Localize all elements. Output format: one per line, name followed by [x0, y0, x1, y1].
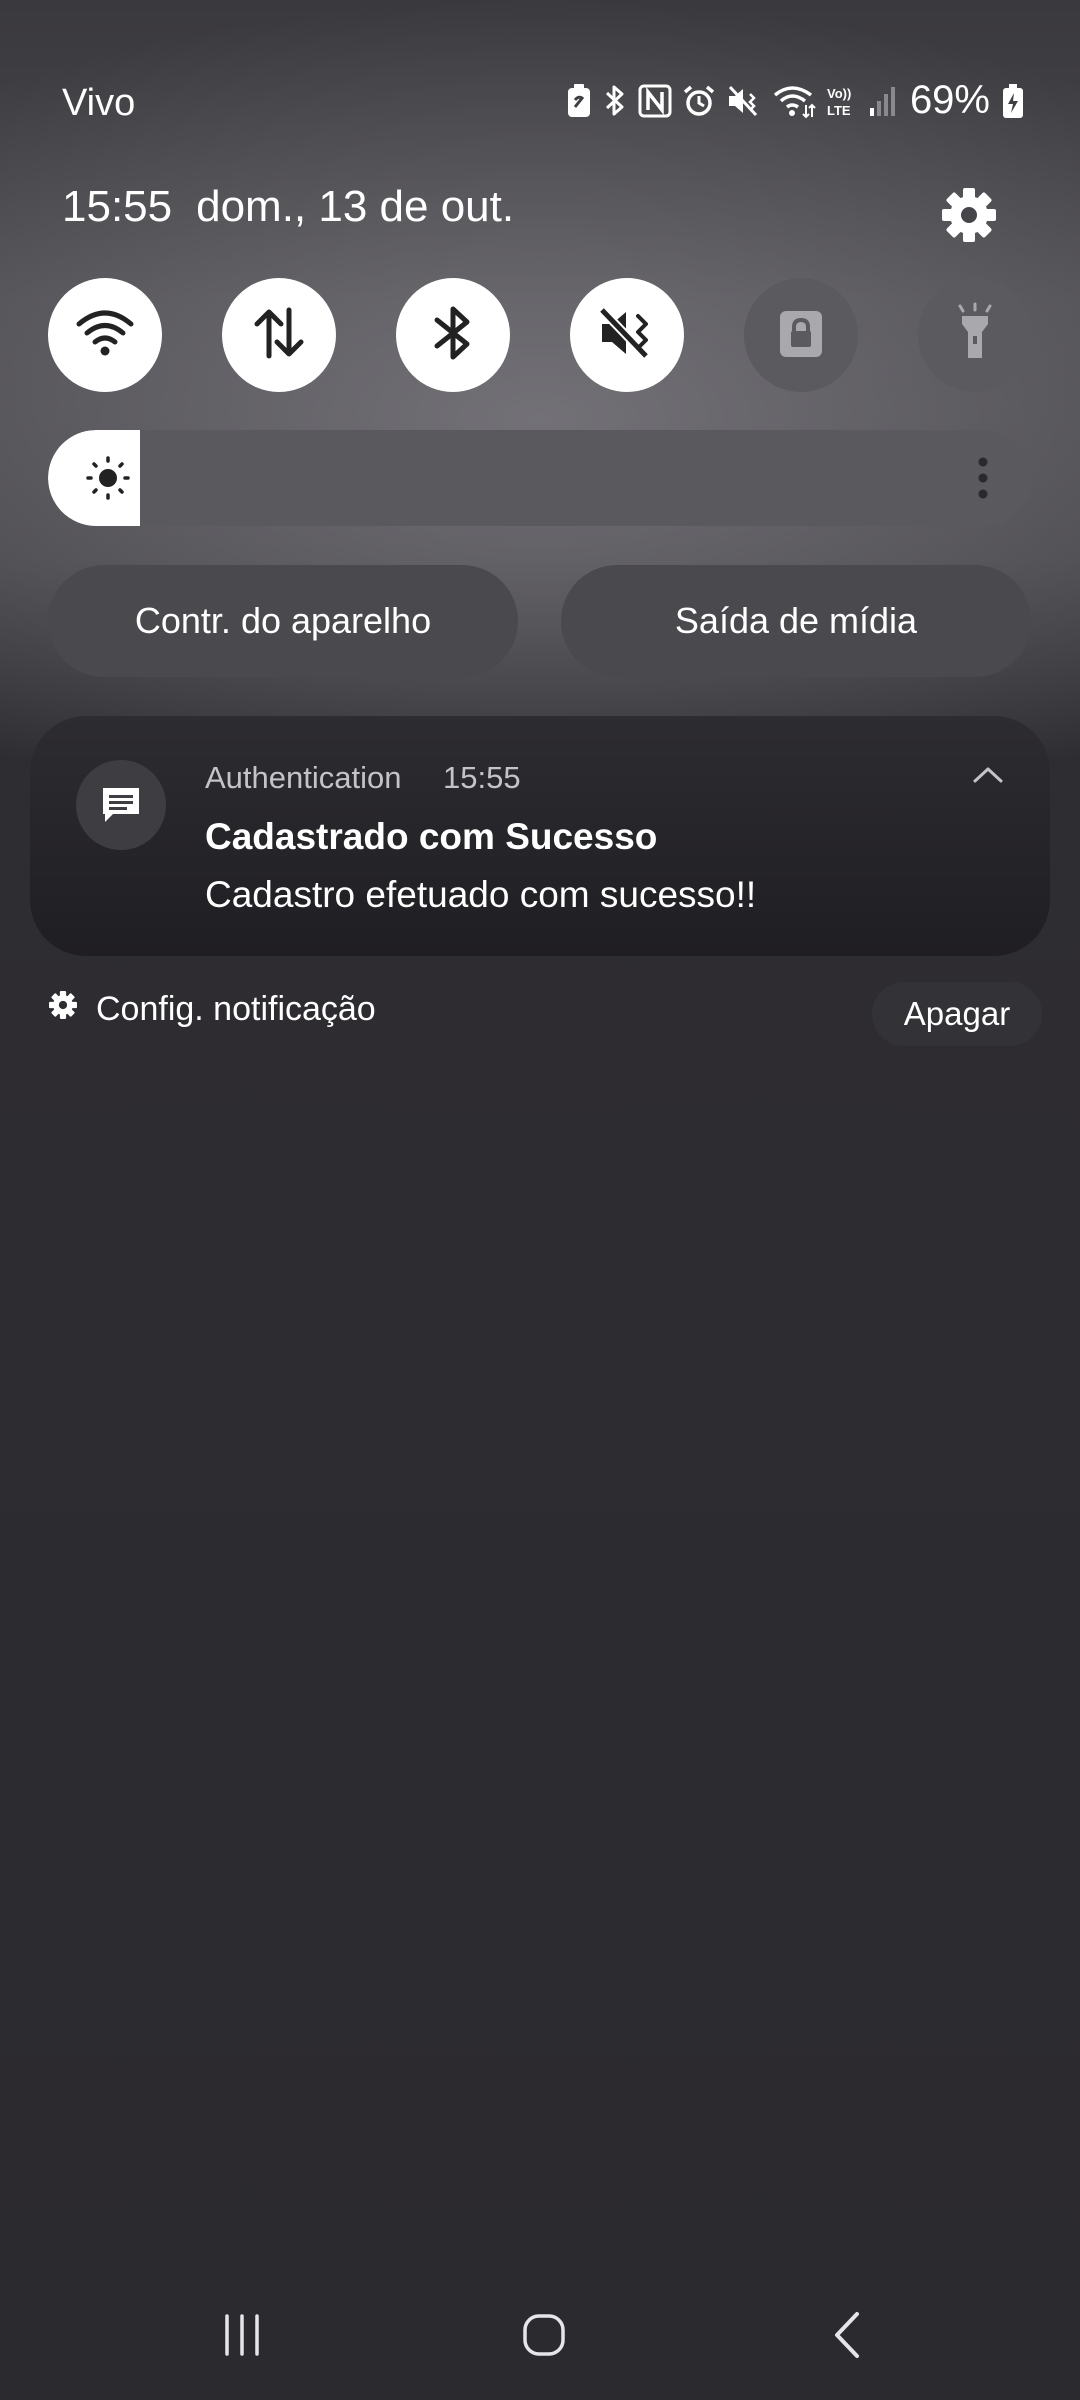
mute-icon — [596, 304, 658, 367]
bluetooth-icon — [431, 303, 475, 368]
back-icon[interactable] — [802, 2290, 892, 2380]
volte-icon: Vo)) LTE — [826, 84, 858, 118]
notification-settings-label: Config. notificação — [96, 990, 376, 1028]
lock-icon — [776, 305, 826, 366]
svg-text:LTE: LTE — [827, 103, 851, 118]
battery-saver-icon — [566, 83, 592, 119]
device-control-button[interactable]: Contr. do aparelho — [48, 565, 518, 677]
toggle-bluetooth[interactable] — [396, 278, 510, 392]
home-icon[interactable] — [499, 2290, 589, 2380]
gear-icon — [48, 990, 78, 1029]
battery-percent: 69% — [909, 78, 990, 122]
status-bar: Vivo Vo)) LTE 69% — [0, 70, 1080, 140]
bluetooth-icon — [602, 83, 628, 119]
date-time-row: 15:55 dom., 13 de out. — [62, 182, 514, 232]
chevron-up-icon[interactable] — [972, 764, 1004, 789]
recents-icon[interactable] — [197, 2290, 287, 2380]
message-icon — [76, 760, 166, 850]
battery-charging-icon — [1002, 83, 1024, 119]
mute-icon — [726, 84, 762, 118]
notification-card[interactable]: Authentication 15:55 Cadastrado com Suce… — [30, 716, 1050, 956]
sun-icon — [78, 448, 138, 513]
signal-icon — [868, 84, 896, 118]
brightness-slider[interactable] — [48, 430, 1032, 526]
notification-shade: Vivo Vo)) LTE 69% 15:55 dom., 13 de out.… — [0, 0, 1080, 2400]
quick-toggles — [48, 278, 1032, 392]
navigation-bar — [0, 2290, 1080, 2380]
mobile-data-icon — [249, 306, 309, 365]
notification-time: 15:55 — [443, 760, 521, 795]
notification-settings-link[interactable]: Config. notificação — [48, 990, 376, 1029]
toggle-mobile-data[interactable] — [222, 278, 336, 392]
notification-body: Cadastro efetuado com sucesso!! — [205, 874, 757, 915]
toggle-wifi[interactable] — [48, 278, 162, 392]
media-output-button[interactable]: Saída de mídia — [561, 565, 1031, 677]
nfc-icon — [638, 84, 672, 118]
toggle-sound[interactable] — [570, 278, 684, 392]
toggle-rotation-lock[interactable] — [744, 278, 858, 392]
svg-text:Vo)): Vo)) — [827, 86, 851, 101]
clock: 15:55 — [62, 182, 173, 231]
more-options-icon[interactable] — [976, 456, 990, 505]
date[interactable]: dom., 13 de out. — [196, 182, 514, 232]
settings-gear-icon[interactable] — [940, 186, 998, 244]
alarm-icon — [682, 84, 716, 118]
toggle-flashlight[interactable] — [918, 278, 1032, 392]
wifi-icon — [772, 83, 816, 119]
carrier-name: Vivo — [62, 82, 136, 124]
notification-title: Cadastrado com Sucesso — [205, 816, 658, 857]
notification-app-name: Authentication — [205, 760, 402, 795]
wifi-icon — [75, 308, 135, 363]
status-icons: Vo)) LTE 69% — [566, 78, 1024, 123]
clear-button[interactable]: Apagar — [872, 982, 1042, 1046]
flashlight-icon — [950, 302, 1000, 369]
